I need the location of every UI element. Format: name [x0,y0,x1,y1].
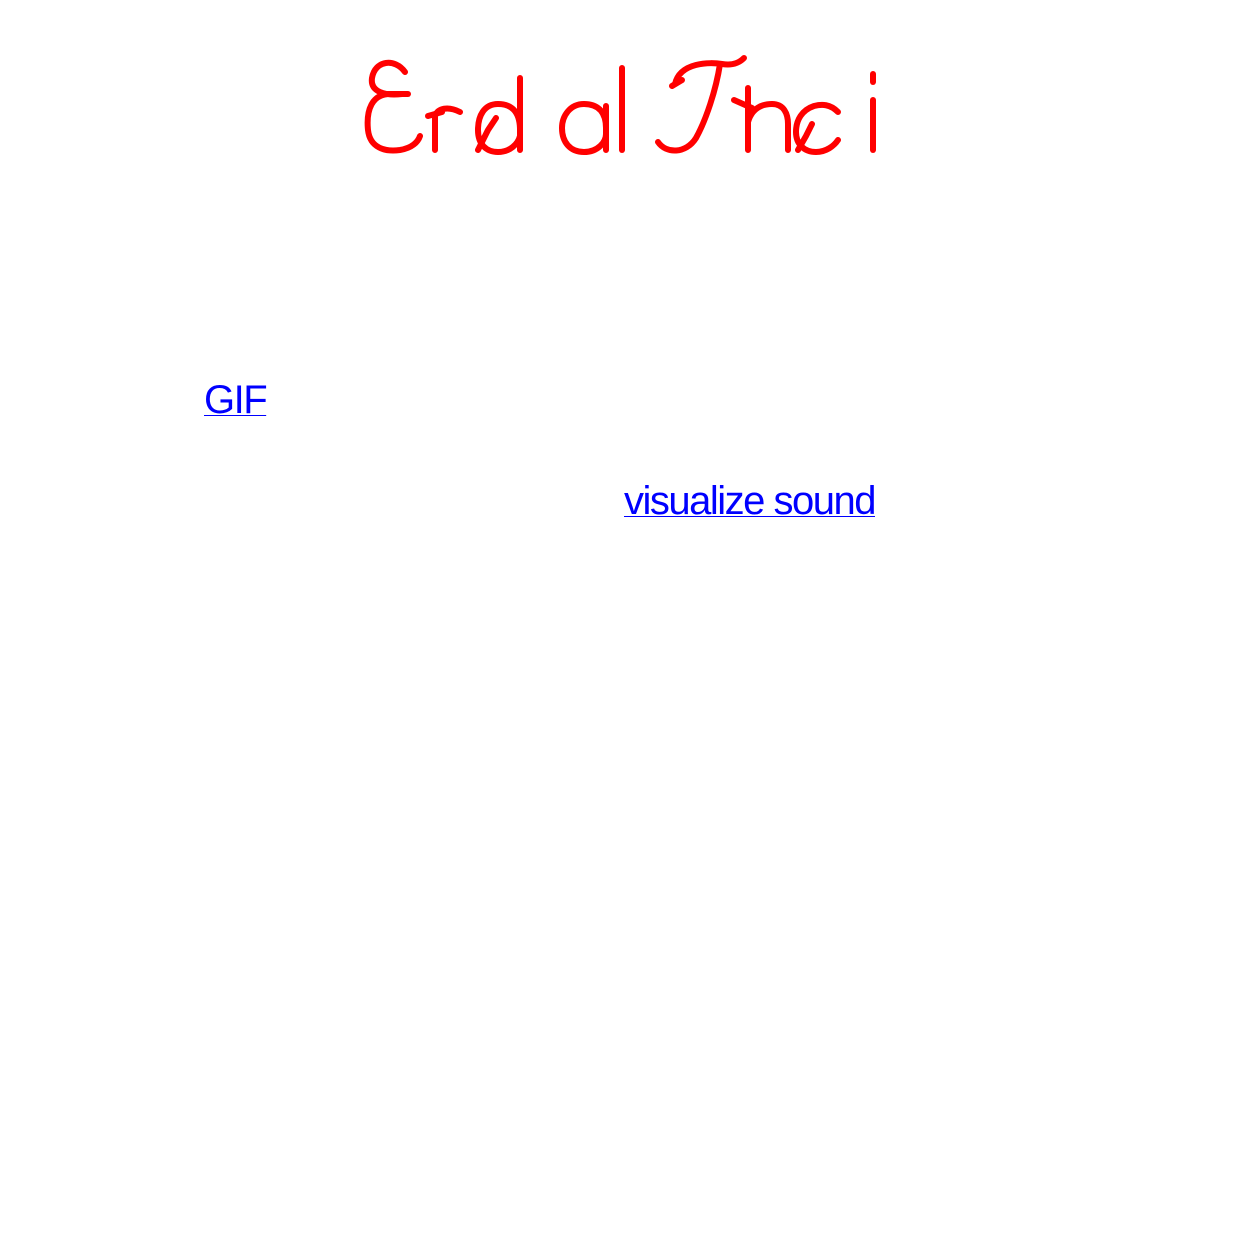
visualize-sound-link[interactable]: visualize sound [624,481,877,521]
gif-link[interactable]: GIF [204,380,268,420]
site-logo [360,50,890,170]
logo-wordmark [364,55,876,155]
